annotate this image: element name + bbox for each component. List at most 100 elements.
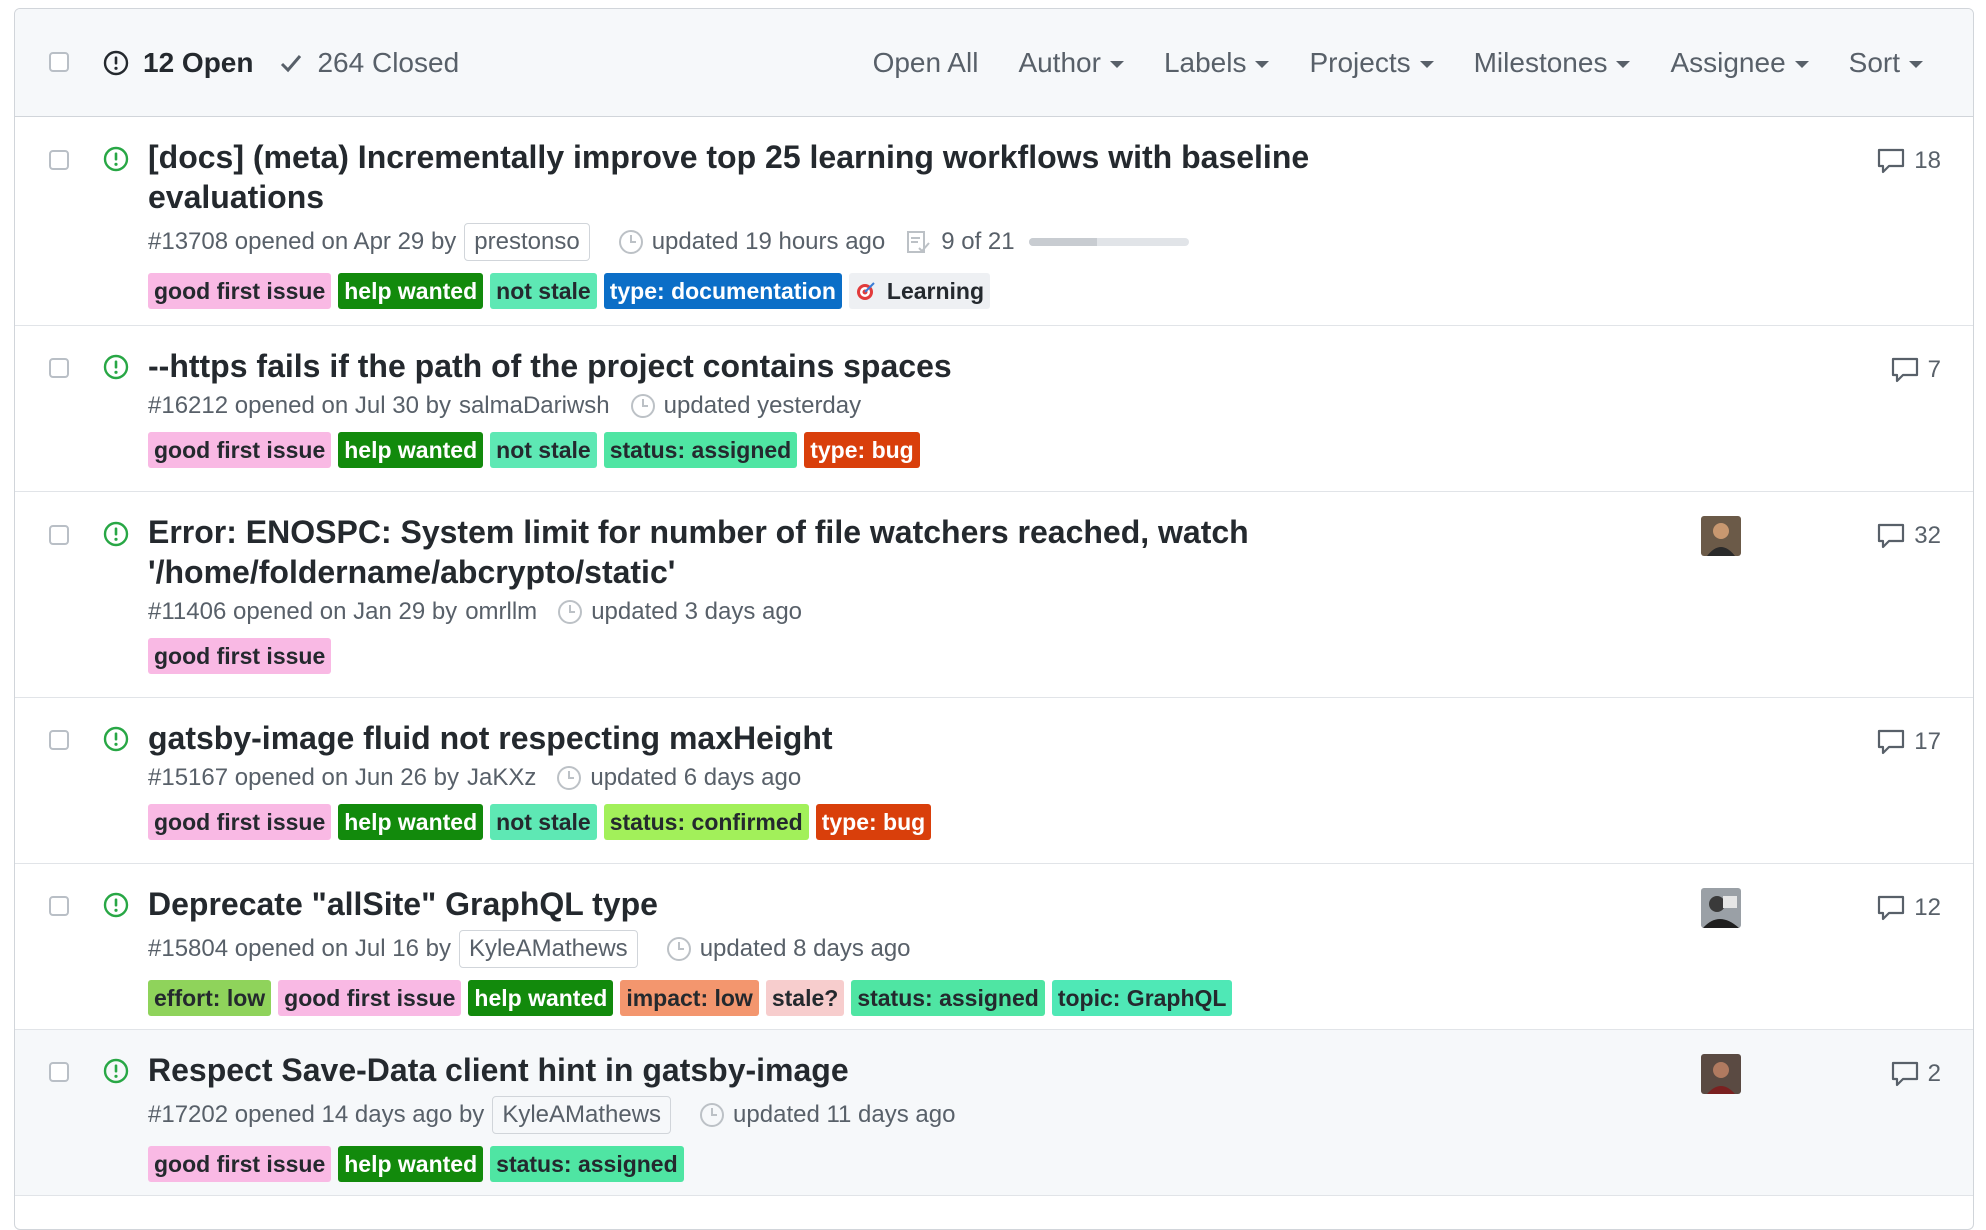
- issue-title[interactable]: [docs] (meta) Incrementally improve top …: [148, 137, 1328, 217]
- label-status-confirmed[interactable]: status: confirmed: [603, 804, 809, 840]
- select-all-checkbox[interactable]: [49, 52, 69, 72]
- label-learning[interactable]: Learning: [848, 273, 991, 309]
- issue-author[interactable]: prestonso: [464, 223, 590, 261]
- issue-author[interactable]: JaKXz: [467, 764, 536, 792]
- issue-opened-text: opened 14 days ago by: [234, 1101, 485, 1128]
- issue-opened-icon: [103, 354, 129, 380]
- label-stale[interactable]: stale?: [765, 980, 845, 1016]
- issue-checkbox[interactable]: [49, 150, 69, 170]
- issue-title[interactable]: Error: ENOSPC: System limit for number o…: [148, 512, 1328, 592]
- issue-meta: #17202 opened 14 days ago by KyleAMathew…: [148, 1096, 1328, 1134]
- issue-meta: #11406 opened on Jan 29 by omrllm update…: [148, 598, 1328, 626]
- issue-row: --https fails if the path of the project…: [15, 326, 1973, 492]
- label-good-first-issue[interactable]: good first issue: [148, 804, 332, 840]
- labels-filter[interactable]: Labels: [1164, 47, 1270, 79]
- label-good-first-issue[interactable]: good first issue: [148, 432, 332, 468]
- issue-row: Error: ENOSPC: System limit for number o…: [15, 492, 1973, 698]
- issue-author[interactable]: KyleAMathews: [458, 930, 638, 968]
- issue-title[interactable]: Respect Save-Data client hint in gatsby-…: [148, 1050, 1328, 1090]
- issue-number: #17202: [148, 1101, 229, 1128]
- task-progress-fill: [1028, 238, 1098, 246]
- closed-issues-link[interactable]: 264 Closed: [279, 47, 459, 79]
- task-count: 9 of 21: [941, 228, 1015, 255]
- projects-filter[interactable]: Projects: [1309, 47, 1434, 79]
- issue-author[interactable]: omrllm: [465, 598, 537, 626]
- issue-row: gatsby-image fluid not respecting maxHei…: [15, 698, 1973, 864]
- issue-labels: effort: low good first issue help wanted im…: [148, 980, 1328, 1016]
- label-help-wanted[interactable]: help wanted: [338, 432, 484, 468]
- label-not-stale[interactable]: not stale: [490, 432, 597, 468]
- sort-filter[interactable]: Sort: [1849, 47, 1923, 79]
- caret-down-icon: [1255, 60, 1270, 68]
- issue-opened-text: opened on Apr 29 by: [234, 228, 457, 255]
- issue-checkbox[interactable]: [49, 358, 69, 378]
- issue-meta: #16212 opened on Jul 30 by salmaDariwsh …: [148, 392, 1328, 420]
- comment-icon: [1891, 1061, 1918, 1087]
- assignee-filter[interactable]: Assignee: [1670, 47, 1809, 79]
- issues-header: 12 Open 264 Closed Open All Author Label…: [15, 9, 1973, 117]
- issue-row: Deprecate "allSite" GraphQL type #15804 …: [15, 864, 1973, 1030]
- label-type-bug[interactable]: type: bug: [815, 804, 932, 840]
- label-help-wanted[interactable]: help wanted: [468, 980, 614, 1016]
- label-not-stale[interactable]: not stale: [490, 273, 597, 309]
- issue-labels: good first issue: [148, 638, 1328, 674]
- label-good-first-issue[interactable]: good first issue: [278, 980, 462, 1016]
- issue-opened-icon: [103, 726, 129, 752]
- label-help-wanted[interactable]: help wanted: [338, 1146, 484, 1182]
- assignee-avatar[interactable]: [1701, 516, 1741, 556]
- filter-bar: Open All Author Labels Projects Mileston…: [833, 9, 1923, 116]
- label-help-wanted[interactable]: help wanted: [338, 273, 484, 309]
- comment-count[interactable]: 17: [1876, 728, 1941, 756]
- issue-updated: updated 19 hours ago: [651, 228, 886, 255]
- label-good-first-issue[interactable]: good first issue: [148, 638, 332, 674]
- label-help-wanted[interactable]: help wanted: [338, 804, 484, 840]
- issue-opened-icon: [103, 1058, 129, 1084]
- comment-icon: [1878, 148, 1905, 174]
- issue-title[interactable]: gatsby-image fluid not respecting maxHei…: [148, 718, 1328, 758]
- issue-checkbox[interactable]: [49, 730, 69, 750]
- issue-checkbox[interactable]: [49, 525, 69, 545]
- closed-count: 264 Closed: [317, 46, 460, 78]
- issue-updated: updated 11 days ago: [733, 1101, 956, 1128]
- label-status-assigned[interactable]: status: assigned: [490, 1146, 684, 1182]
- issue-title[interactable]: Deprecate "allSite" GraphQL type: [148, 884, 1328, 924]
- label-good-first-issue[interactable]: good first issue: [148, 1146, 332, 1182]
- state-tabs: 12 Open 264 Closed: [103, 9, 485, 116]
- comment-count[interactable]: 7: [1890, 356, 1941, 384]
- clock-icon: [666, 937, 691, 961]
- open-all-button[interactable]: Open All: [873, 47, 979, 79]
- issue-number: #15167: [148, 764, 229, 791]
- comment-icon: [1891, 357, 1918, 383]
- issue-opened-icon: [103, 50, 129, 75]
- label-type-documentation[interactable]: type: documentation: [603, 273, 842, 309]
- issue-opened-icon: [103, 892, 129, 918]
- issue-checkbox[interactable]: [49, 1062, 69, 1082]
- milestones-filter[interactable]: Milestones: [1474, 47, 1631, 79]
- issue-opened-text: opened on Jul 16 by: [234, 935, 451, 962]
- comment-count[interactable]: 2: [1890, 1060, 1941, 1088]
- assignee-avatar[interactable]: [1701, 888, 1741, 928]
- label-type-bug[interactable]: type: bug: [804, 432, 920, 468]
- issue-updated: updated 3 days ago: [591, 598, 803, 625]
- comment-count[interactable]: 12: [1876, 894, 1941, 922]
- label-effort-low[interactable]: effort: low: [148, 980, 272, 1016]
- label-status-assigned[interactable]: status: assigned: [851, 980, 1045, 1016]
- issue-opened-text: opened on Jan 29 by: [232, 598, 458, 625]
- open-count: 12 Open: [143, 46, 254, 78]
- open-issues-link[interactable]: 12 Open: [103, 47, 253, 79]
- label-good-first-issue[interactable]: good first issue: [148, 273, 332, 309]
- author-filter[interactable]: Author: [1018, 47, 1124, 79]
- label-status-assigned[interactable]: status: assigned: [603, 432, 798, 468]
- issue-number: #13708: [148, 228, 229, 255]
- label-impact-low[interactable]: impact: low: [620, 980, 759, 1016]
- assignee-avatar[interactable]: [1701, 1054, 1741, 1094]
- label-not-stale[interactable]: not stale: [490, 804, 597, 840]
- issue-author[interactable]: KyleAMathews: [492, 1096, 672, 1134]
- comment-count[interactable]: 32: [1876, 522, 1941, 550]
- issue-title[interactable]: --https fails if the path of the project…: [148, 346, 1328, 386]
- label-topic-graphql[interactable]: topic: GraphQL: [1051, 980, 1233, 1016]
- clock-icon: [558, 600, 583, 624]
- issue-checkbox[interactable]: [49, 896, 69, 916]
- issue-author[interactable]: salmaDariwsh: [459, 392, 610, 420]
- comment-count[interactable]: 18: [1876, 147, 1941, 175]
